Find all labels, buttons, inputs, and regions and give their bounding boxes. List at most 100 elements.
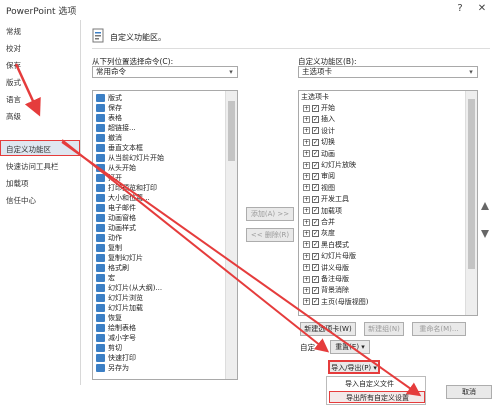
command-list-item[interactable]: 垂直文本框: [96, 143, 143, 153]
ribbon-tab-item[interactable]: + ✓ 开始: [303, 103, 335, 113]
command-list-item[interactable]: 从头开始: [96, 163, 136, 173]
command-list-item[interactable]: 幻灯片浏览: [96, 293, 143, 303]
sidebar-item-save[interactable]: 保存: [6, 60, 21, 71]
ribbon-tab-item[interactable]: + ✓ 讲义母版: [303, 263, 349, 273]
rename-button[interactable]: 重命名(M)...: [412, 322, 466, 336]
ribbon-tab-item[interactable]: + ✓ 视图: [303, 183, 335, 193]
cancel-button[interactable]: 取消: [446, 385, 492, 399]
checkbox-checked-icon[interactable]: ✓: [312, 138, 319, 146]
checkbox-checked-icon[interactable]: ✓: [312, 161, 319, 169]
expand-icon[interactable]: +: [303, 184, 310, 192]
scrollbar-thumb[interactable]: [468, 99, 475, 269]
new-tab-button[interactable]: 新建选项卡(W): [300, 322, 356, 336]
checkbox-checked-icon[interactable]: ✓: [312, 275, 319, 283]
expand-icon[interactable]: +: [303, 104, 310, 112]
ribbon-tab-item[interactable]: + ✓ 合并: [303, 217, 335, 227]
ribbon-tab-item[interactable]: + ✓ 加载项: [303, 206, 342, 216]
checkbox-checked-icon[interactable]: ✓: [312, 298, 319, 306]
expand-icon[interactable]: +: [303, 150, 310, 158]
command-list-item[interactable]: 减小字号: [96, 333, 136, 343]
menu-item-export[interactable]: 导出所有自定义设置: [346, 393, 409, 403]
checkbox-checked-icon[interactable]: ✓: [312, 115, 319, 123]
close-icon[interactable]: ✕: [474, 2, 490, 16]
expand-icon[interactable]: +: [303, 298, 310, 306]
menu-item-export-highlight[interactable]: 导出所有自定义设置: [329, 391, 425, 403]
sidebar-item-addins[interactable]: 加载项: [6, 178, 29, 189]
command-list-item[interactable]: 宏: [96, 273, 115, 283]
commands-list[interactable]: 版式 保存 表格 超链接... 撤消 垂直文本框 从当前幻灯片开始 从头开始 打开 打印预览和打印…: [92, 90, 238, 380]
ribbon-tab-item[interactable]: + ✓ 幻灯片母版: [303, 251, 356, 261]
command-list-item[interactable]: 绘制表格: [96, 323, 136, 333]
ribbon-tab-item[interactable]: + ✓ 备注母版: [303, 274, 349, 284]
checkbox-checked-icon[interactable]: ✓: [312, 207, 319, 215]
import-export-button[interactable]: 导入/导出(P) ▾: [328, 360, 380, 374]
checkbox-checked-icon[interactable]: ✓: [312, 172, 319, 180]
expand-icon[interactable]: +: [303, 218, 310, 226]
command-list-item[interactable]: 格式刷: [96, 263, 129, 273]
menu-item-import[interactable]: 导入自定义文件: [345, 379, 394, 389]
command-list-item[interactable]: 另存为: [96, 363, 129, 373]
sidebar-item-trust-center[interactable]: 信任中心: [6, 195, 36, 206]
checkbox-checked-icon[interactable]: ✓: [312, 184, 319, 192]
command-list-item[interactable]: 打开: [96, 173, 122, 183]
help-icon[interactable]: ?: [452, 2, 468, 16]
move-up-icon[interactable]: [481, 202, 489, 210]
checkbox-checked-icon[interactable]: ✓: [312, 286, 319, 294]
command-list-item[interactable]: 表格: [96, 113, 122, 123]
expand-icon[interactable]: +: [303, 195, 310, 203]
expand-icon[interactable]: +: [303, 241, 310, 249]
checkbox-checked-icon[interactable]: ✓: [312, 195, 319, 203]
commands-source-dropdown[interactable]: 常用命令 ▾: [92, 66, 238, 78]
add-button[interactable]: 添加(A) >>: [246, 207, 294, 221]
command-list-item[interactable]: 大小和位置...: [96, 193, 150, 203]
command-list-item[interactable]: 撤消: [96, 133, 122, 143]
expand-icon[interactable]: +: [303, 207, 310, 215]
expand-icon[interactable]: +: [303, 286, 310, 294]
expand-icon[interactable]: +: [303, 275, 310, 283]
ribbon-tab-item[interactable]: + ✓ 动画: [303, 149, 335, 159]
command-list-item[interactable]: 动画窗格: [96, 213, 136, 223]
ribbon-tabs-dropdown[interactable]: 主选项卡 ▾: [298, 66, 478, 78]
command-list-item[interactable]: 动作: [96, 233, 122, 243]
command-list-item[interactable]: 保存: [96, 103, 122, 113]
expand-icon[interactable]: +: [303, 115, 310, 123]
command-list-item[interactable]: 复制: [96, 243, 122, 253]
commands-scrollbar[interactable]: [225, 91, 237, 379]
sidebar-item-customize-ribbon[interactable]: 自定义功能区: [6, 144, 51, 155]
checkbox-checked-icon[interactable]: ✓: [312, 252, 319, 260]
command-list-item[interactable]: 版式: [96, 93, 122, 103]
checkbox-checked-icon[interactable]: ✓: [312, 127, 319, 135]
move-down-icon[interactable]: [481, 230, 489, 238]
command-list-item[interactable]: 剪切: [96, 343, 122, 353]
ribbon-tab-item[interactable]: + ✓ 背景消除: [303, 285, 349, 295]
ribbon-tab-item[interactable]: + ✓ 设计: [303, 126, 335, 136]
checkbox-checked-icon[interactable]: ✓: [312, 264, 319, 272]
sidebar-item-proofing[interactable]: 校对: [6, 43, 21, 54]
command-list-item[interactable]: 从当前幻灯片开始: [96, 153, 164, 163]
command-list-item[interactable]: 超链接...: [96, 123, 136, 133]
ribbon-tab-item[interactable]: + ✓ 黑白模式: [303, 240, 349, 250]
ribbon-tab-item[interactable]: + ✓ 切换: [303, 137, 335, 147]
command-list-item[interactable]: 复制幻灯片: [96, 253, 143, 263]
checkbox-checked-icon[interactable]: ✓: [312, 150, 319, 158]
command-list-item[interactable]: 快速打印: [96, 353, 136, 363]
sidebar-item-layout[interactable]: 版式: [6, 77, 21, 88]
command-list-item[interactable]: 幻灯片(从大纲)...: [96, 283, 162, 293]
expand-icon[interactable]: +: [303, 264, 310, 272]
ribbon-tab-item[interactable]: + ✓ 幻灯片放映: [303, 160, 356, 170]
ribbon-tab-item[interactable]: + ✓ 插入: [303, 114, 335, 124]
expand-icon[interactable]: +: [303, 161, 310, 169]
remove-button[interactable]: << 删除(R): [246, 228, 294, 242]
sidebar-item-general[interactable]: 常规: [6, 26, 21, 37]
expand-icon[interactable]: +: [303, 127, 310, 135]
sidebar-item-advanced[interactable]: 高级: [6, 111, 21, 122]
checkbox-checked-icon[interactable]: ✓: [312, 218, 319, 226]
checkbox-checked-icon[interactable]: ✓: [312, 104, 319, 112]
expand-icon[interactable]: +: [303, 229, 310, 237]
ribbon-tab-item[interactable]: + ✓ 开发工具: [303, 194, 349, 204]
ribbon-tab-item[interactable]: + ✓ 主页(母版视图): [303, 297, 368, 307]
sidebar-item-quick-access[interactable]: 快速访问工具栏: [6, 161, 59, 172]
sidebar-item-language[interactable]: 语言: [6, 94, 21, 105]
ribbon-tab-item[interactable]: + ✓ 审阅: [303, 171, 335, 181]
command-list-item[interactable]: 恢复: [96, 313, 122, 323]
